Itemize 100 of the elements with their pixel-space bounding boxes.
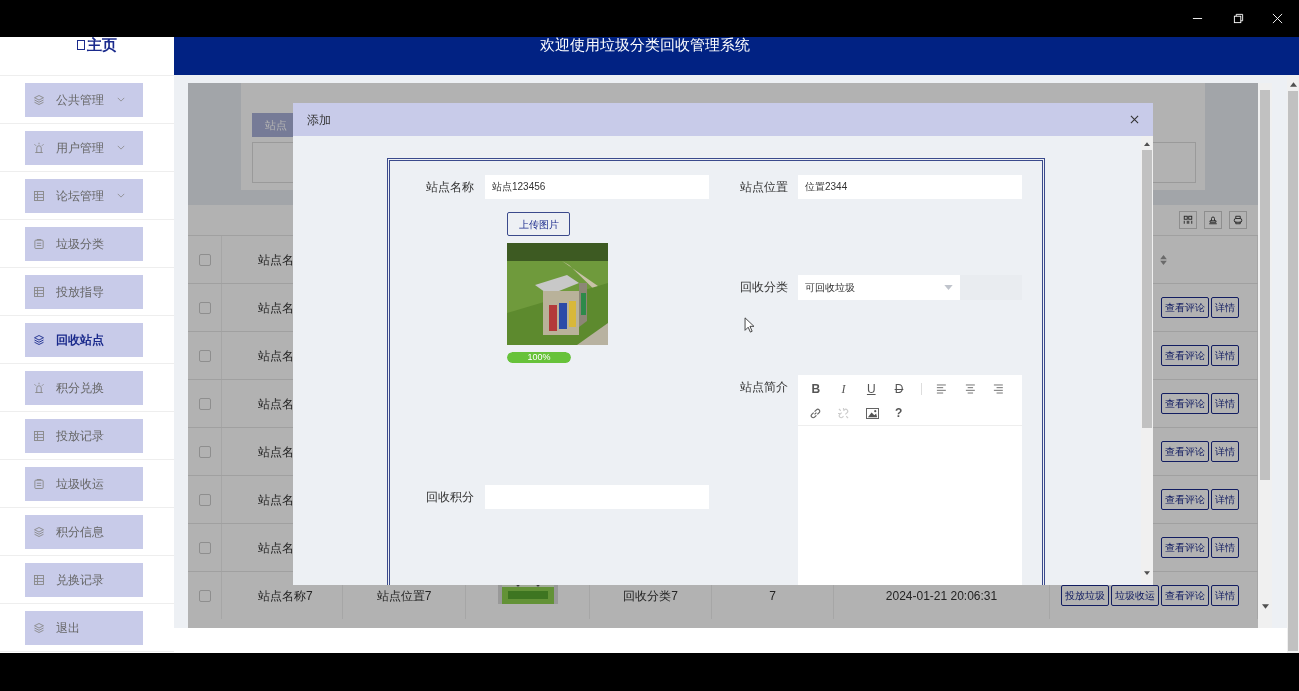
clipboard-icon <box>33 477 45 490</box>
layers-icon <box>33 93 45 106</box>
align-left-icon[interactable] <box>935 383 947 395</box>
sidebar-title[interactable]: 主页 <box>87 37 117 53</box>
format-button[interactable]: B <box>810 380 822 398</box>
action-button[interactable]: 查看评论 <box>1161 489 1209 510</box>
action-button[interactable]: 详情 <box>1211 441 1239 462</box>
sidebar-item[interactable]: 用户管理 <box>25 130 143 165</box>
caret-icon <box>944 285 953 290</box>
sidebar-item[interactable]: 投放指导 <box>25 274 143 309</box>
sidebar-item[interactable]: 论坛管理 <box>25 178 143 213</box>
action-button[interactable]: 详情 <box>1211 297 1239 318</box>
dropdown[interactable]: 可回收垃圾 <box>798 275 960 300</box>
action-button[interactable]: 查看评论 <box>1161 585 1209 606</box>
column-header[interactable]: 站点名 <box>258 250 294 269</box>
scroll-down-icon[interactable] <box>1261 604 1269 609</box>
image-icon[interactable] <box>866 407 879 419</box>
action-button[interactable]: 详情 <box>1211 393 1239 414</box>
table-cell-text: 站点名 <box>258 299 294 317</box>
sidebar-item[interactable]: 回收站点 <box>25 322 143 357</box>
field-label: 站点位置 <box>739 179 788 196</box>
format-button[interactable]: D <box>893 380 905 398</box>
action-button[interactable]: 详情 <box>1211 345 1239 366</box>
action-button[interactable]: 查看评论 <box>1161 441 1209 462</box>
table-cell-text: 站点名 <box>258 539 294 557</box>
sidebar-item[interactable]: 公共管理 <box>25 82 143 117</box>
checkbox[interactable] <box>198 253 211 266</box>
restore-icon[interactable] <box>1233 13 1244 24</box>
scrollbar[interactable] <box>1287 75 1299 653</box>
layers-icon <box>33 333 45 346</box>
checkbox[interactable] <box>198 397 211 410</box>
list-icon <box>33 573 45 586</box>
table-cell-text: 站点名 <box>258 347 294 365</box>
stamp-icon <box>1207 214 1219 226</box>
missing-glyph-icon <box>77 40 85 50</box>
checkbox[interactable] <box>198 349 211 362</box>
layers-icon <box>33 525 45 538</box>
scroll-up-icon[interactable] <box>1144 142 1150 146</box>
rich-text-editor[interactable]: B I U D ? <box>798 375 1022 585</box>
sidebar-item[interactable]: 积分信息 <box>25 514 143 549</box>
sidebar-item[interactable]: 垃圾分类 <box>25 226 143 261</box>
grid-icon <box>1182 214 1194 226</box>
scroll-down-icon[interactable] <box>1144 571 1150 575</box>
align-center-icon[interactable] <box>964 383 976 395</box>
print-icon <box>1232 214 1244 226</box>
alarm-light-icon <box>33 141 45 154</box>
scrollbar[interactable] <box>1258 83 1272 628</box>
checkbox[interactable] <box>198 541 211 554</box>
table-cell-text: 站点位置7 <box>376 587 432 605</box>
scrollbar-thumb[interactable] <box>1260 90 1270 480</box>
action-button[interactable]: 查看评论 <box>1161 297 1209 318</box>
chevron-down-icon <box>117 145 125 150</box>
field-label: 站点名称 <box>425 179 474 196</box>
checkbox[interactable] <box>198 589 211 602</box>
action-button[interactable]: 投放垃圾 <box>1061 585 1109 606</box>
scrollbar-thumb[interactable] <box>1142 150 1152 428</box>
sort-icon[interactable] <box>1160 254 1167 265</box>
scrollbar[interactable] <box>1141 136 1153 585</box>
print-button[interactable] <box>1229 211 1247 229</box>
help-button[interactable]: ? <box>895 404 903 422</box>
list-icon <box>33 189 45 202</box>
sidebar-item[interactable]: 积分兑换 <box>25 370 143 405</box>
sidebar-item[interactable]: 退出 <box>25 610 143 645</box>
table-cell-text: 站点名 <box>258 491 294 509</box>
stamp-button[interactable] <box>1204 211 1222 229</box>
link-icon[interactable] <box>810 407 821 419</box>
checkbox[interactable] <box>198 493 211 506</box>
action-button[interactable]: 详情 <box>1211 585 1239 606</box>
scroll-up-icon[interactable] <box>1289 82 1297 87</box>
action-button[interactable]: 详情 <box>1211 537 1239 558</box>
checkbox[interactable] <box>198 445 211 458</box>
sidebar-item[interactable]: 垃圾收运 <box>25 466 143 501</box>
grid-button[interactable] <box>1179 211 1197 229</box>
action-button[interactable]: 查看评论 <box>1161 393 1209 414</box>
format-button[interactable]: U <box>865 380 878 398</box>
table-cell-text: 站点名 <box>258 443 294 461</box>
action-button[interactable]: 查看评论 <box>1161 345 1209 366</box>
format-button[interactable]: I <box>837 380 850 398</box>
upload-button[interactable]: 上传图片 <box>507 212 570 236</box>
checkbox[interactable] <box>198 301 211 314</box>
list-icon <box>33 285 45 298</box>
header-title: 欢迎使用垃圾分类回收管理系统 <box>540 37 750 53</box>
progress-text: 100% <box>526 352 552 363</box>
field-label: 回收积分 <box>425 489 474 506</box>
close-icon[interactable] <box>1130 115 1139 124</box>
scrollbar-thumb[interactable] <box>1288 91 1298 651</box>
sidebar-item[interactable]: 投放记录 <box>25 418 143 453</box>
action-button[interactable]: 垃圾收运 <box>1111 585 1159 606</box>
table-cell-text: 站点名 <box>258 395 294 413</box>
action-button[interactable]: 查看评论 <box>1161 537 1209 558</box>
sidebar-item[interactable]: 兑换记录 <box>25 562 143 597</box>
layers-icon <box>33 621 45 634</box>
input-field[interactable]: 位置2344 <box>798 175 1022 199</box>
align-right-icon[interactable] <box>993 383 1004 395</box>
table-cell-text: 站点名称7 <box>258 587 313 605</box>
action-button[interactable]: 详情 <box>1211 489 1239 510</box>
list-icon <box>33 429 45 442</box>
input-field[interactable]: 站点123456 <box>485 175 709 199</box>
clipboard-icon <box>33 237 45 250</box>
chevron-down-icon <box>117 193 125 198</box>
